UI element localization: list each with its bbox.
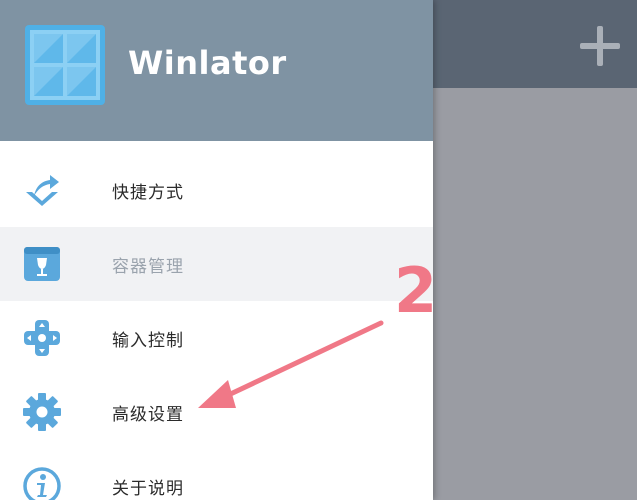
menu-item-input-controls[interactable]: 输入控制 [0,301,433,375]
plus-icon[interactable] [578,24,622,68]
menu-item-label: 关于说明 [112,479,184,499]
container-box-icon [24,247,60,281]
menu-item-shortcuts[interactable]: 快捷方式 [0,153,433,227]
info-icon [23,467,61,500]
windows-logo-icon [25,25,105,105]
menu-item-label: 容器管理 [112,257,184,277]
drawer-header: Winlator [0,0,433,141]
dpad-icon [24,320,60,356]
shortcut-arrow-icon [26,175,59,206]
navigation-drawer: Winlator 快捷方式 容器管理 输入控制 高级设置 关于说明 [0,0,433,500]
menu-item-containers[interactable]: 容器管理 [0,227,433,301]
menu-item-label: 快捷方式 [112,183,184,203]
app-screen: Winlator 快捷方式 容器管理 输入控制 高级设置 关于说明 2 [0,0,637,500]
menu-item-label: 高级设置 [112,405,184,425]
drawer-menu: 快捷方式 容器管理 输入控制 高级设置 关于说明 [0,153,433,500]
app-title: Winlator [128,44,287,82]
menu-item-advanced-settings[interactable]: 高级设置 [0,375,433,449]
gear-icon [23,393,61,431]
menu-item-label: 输入控制 [112,331,184,351]
annotation-step-number: 2 [394,254,438,327]
menu-item-about[interactable]: 关于说明 [0,449,433,500]
